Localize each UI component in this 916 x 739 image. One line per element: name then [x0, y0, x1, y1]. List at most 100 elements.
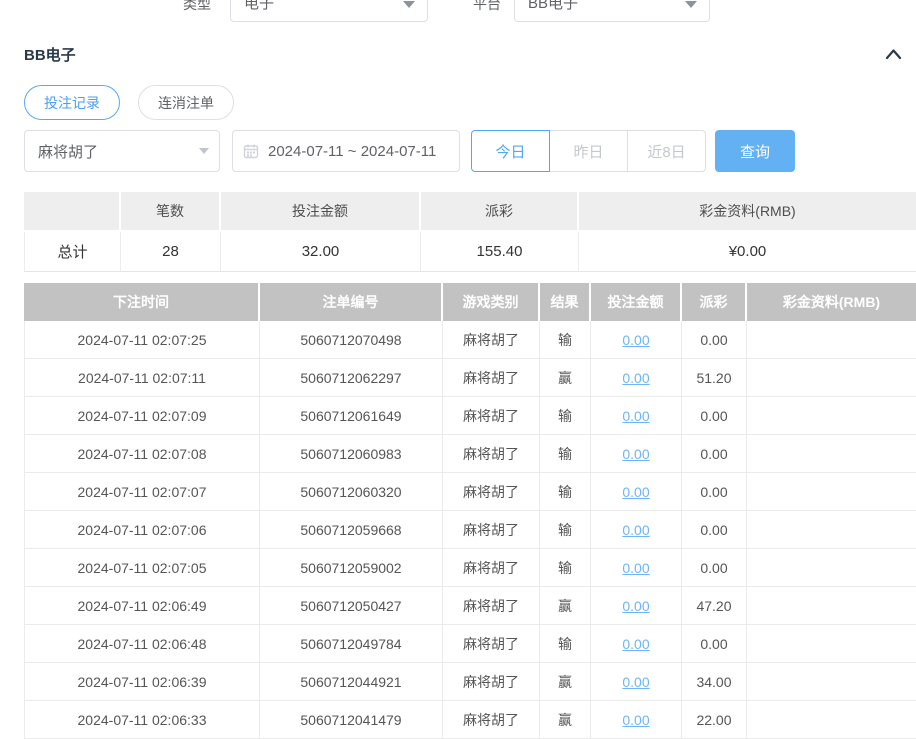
yesterday-button[interactable]: 昨日: [549, 130, 628, 172]
bet-time-cell: 2024-07-11 02:07:11: [24, 359, 260, 397]
header-payout: 派彩: [682, 283, 747, 321]
summary-bet-amount-value: 32.00: [221, 232, 421, 272]
result-cell: 赢: [540, 587, 591, 625]
bet-amount-link[interactable]: 0.00: [622, 712, 649, 728]
payout-cell: 0.00: [682, 625, 747, 663]
bonus-cell: [747, 511, 916, 549]
bet-amount-cell: 0.00: [591, 321, 682, 359]
type-select-value: 电子: [244, 0, 274, 13]
bet-amount-link[interactable]: 0.00: [622, 674, 649, 690]
bet-amount-link[interactable]: 0.00: [622, 446, 649, 462]
caret-down-icon: [199, 148, 209, 154]
bet-amount-cell: 0.00: [591, 397, 682, 435]
caret-down-icon: [403, 1, 415, 8]
bet-time-cell: 2024-07-11 02:07:05: [24, 549, 260, 587]
bet-amount-link[interactable]: 0.00: [622, 408, 649, 424]
bet-amount-link[interactable]: 0.00: [622, 332, 649, 348]
search-button[interactable]: 查询: [715, 130, 795, 172]
bet-amount-cell: 0.00: [591, 625, 682, 663]
order-number-cell: 5060712060983: [260, 435, 443, 473]
bet-amount-cell: 0.00: [591, 473, 682, 511]
caret-down-icon: [685, 1, 697, 8]
summary-header-payout: 派彩: [421, 192, 579, 232]
result-cell: 输: [540, 321, 591, 359]
platform-select-value: BB电子: [528, 0, 578, 13]
payout-cell: 0.00: [682, 435, 747, 473]
payout-cell: 0.00: [682, 511, 747, 549]
table-row: 2024-07-11 02:07:07 5060712060320 麻将胡了 输…: [24, 473, 916, 511]
payout-cell: 34.00: [682, 663, 747, 701]
summary-total-label: 总计: [24, 232, 121, 272]
order-number-cell: 5060712044921: [260, 663, 443, 701]
bet-amount-cell: 0.00: [591, 663, 682, 701]
result-cell: 输: [540, 511, 591, 549]
result-cell: 赢: [540, 701, 591, 739]
result-cell: 输: [540, 549, 591, 587]
payout-cell: 0.00: [682, 321, 747, 359]
summary-payout-value: 155.40: [421, 232, 579, 272]
payout-cell: 22.00: [682, 701, 747, 739]
summary-header-bet-amount: 投注金额: [221, 192, 421, 232]
game-category-cell: 麻将胡了: [443, 587, 540, 625]
table-row: 2024-07-11 02:06:49 5060712050427 麻将胡了 赢…: [24, 587, 916, 625]
order-number-cell: 5060712041479: [260, 701, 443, 739]
bonus-cell: [747, 359, 916, 397]
table-row: 2024-07-11 02:07:11 5060712062297 麻将胡了 赢…: [24, 359, 916, 397]
summary-header-row: 笔数 投注金额 派彩 彩金资料(RMB): [24, 192, 916, 232]
summary-count-value: 28: [121, 232, 221, 272]
bet-amount-link[interactable]: 0.00: [622, 370, 649, 386]
tab-bet-records[interactable]: 投注记录: [24, 85, 120, 120]
bet-amount-link[interactable]: 0.00: [622, 598, 649, 614]
chevron-up-icon[interactable]: [885, 48, 902, 60]
date-range-picker[interactable]: 2024-07-11 ~ 2024-07-11: [232, 130, 460, 172]
game-category-cell: 麻将胡了: [443, 359, 540, 397]
quick-date-buttons: 今日 昨日 近8日: [471, 130, 706, 172]
table-row: 2024-07-11 02:07:05 5060712059002 麻将胡了 输…: [24, 549, 916, 587]
result-cell: 赢: [540, 359, 591, 397]
bet-time-cell: 2024-07-11 02:06:49: [24, 587, 260, 625]
result-cell: 输: [540, 397, 591, 435]
bonus-cell: [747, 397, 916, 435]
bet-amount-link[interactable]: 0.00: [622, 522, 649, 538]
table-row: 2024-07-11 02:07:06 5060712059668 麻将胡了 输…: [24, 511, 916, 549]
bet-amount-cell: 0.00: [591, 511, 682, 549]
top-filter-bar: 类型 电子 平台 BB电子: [0, 0, 916, 22]
game-select[interactable]: 麻将胡了: [24, 130, 220, 172]
order-number-cell: 5060712059002: [260, 549, 443, 587]
calendar-icon: [243, 143, 259, 159]
game-select-value: 麻将胡了: [38, 141, 98, 162]
game-category-cell: 麻将胡了: [443, 321, 540, 359]
last-8-days-button[interactable]: 近8日: [627, 130, 706, 172]
payout-cell: 47.20: [682, 587, 747, 625]
summary-header-bonus: 彩金资料(RMB): [579, 192, 916, 232]
bet-amount-link[interactable]: 0.00: [622, 560, 649, 576]
bet-amount-cell: 0.00: [591, 587, 682, 625]
table-row: 2024-07-11 02:07:25 5060712070498 麻将胡了 输…: [24, 321, 916, 359]
bet-amount-cell: 0.00: [591, 549, 682, 587]
table-row: 2024-07-11 02:07:08 5060712060983 麻将胡了 输…: [24, 435, 916, 473]
bet-amount-link[interactable]: 0.00: [622, 484, 649, 500]
order-number-cell: 5060712061649: [260, 397, 443, 435]
game-category-cell: 麻将胡了: [443, 397, 540, 435]
type-select[interactable]: 电子: [230, 0, 428, 22]
table-row: 2024-07-11 02:06:39 5060712044921 麻将胡了 赢…: [24, 663, 916, 701]
bet-time-cell: 2024-07-11 02:06:33: [24, 701, 260, 739]
order-number-cell: 5060712059668: [260, 511, 443, 549]
game-category-cell: 麻将胡了: [443, 701, 540, 739]
order-number-cell: 5060712050427: [260, 587, 443, 625]
result-cell: 输: [540, 435, 591, 473]
bet-table-body: 2024-07-11 02:07:25 5060712070498 麻将胡了 输…: [24, 321, 916, 739]
summary-header-blank: [24, 192, 121, 232]
game-category-cell: 麻将胡了: [443, 663, 540, 701]
result-cell: 输: [540, 625, 591, 663]
platform-label: 平台: [473, 0, 501, 14]
bet-time-cell: 2024-07-11 02:07:09: [24, 397, 260, 435]
bet-amount-link[interactable]: 0.00: [622, 636, 649, 652]
platform-select[interactable]: BB电子: [514, 0, 710, 22]
bet-amount-cell: 0.00: [591, 435, 682, 473]
bonus-cell: [747, 663, 916, 701]
bet-table-header-row: 下注时间 注单编号 游戏类别 结果 投注金额 派彩 彩金资料(RMB): [24, 283, 916, 321]
today-button[interactable]: 今日: [471, 130, 550, 172]
bet-time-cell: 2024-07-11 02:07:08: [24, 435, 260, 473]
tab-cancelled-orders[interactable]: 连消注单: [138, 85, 234, 120]
